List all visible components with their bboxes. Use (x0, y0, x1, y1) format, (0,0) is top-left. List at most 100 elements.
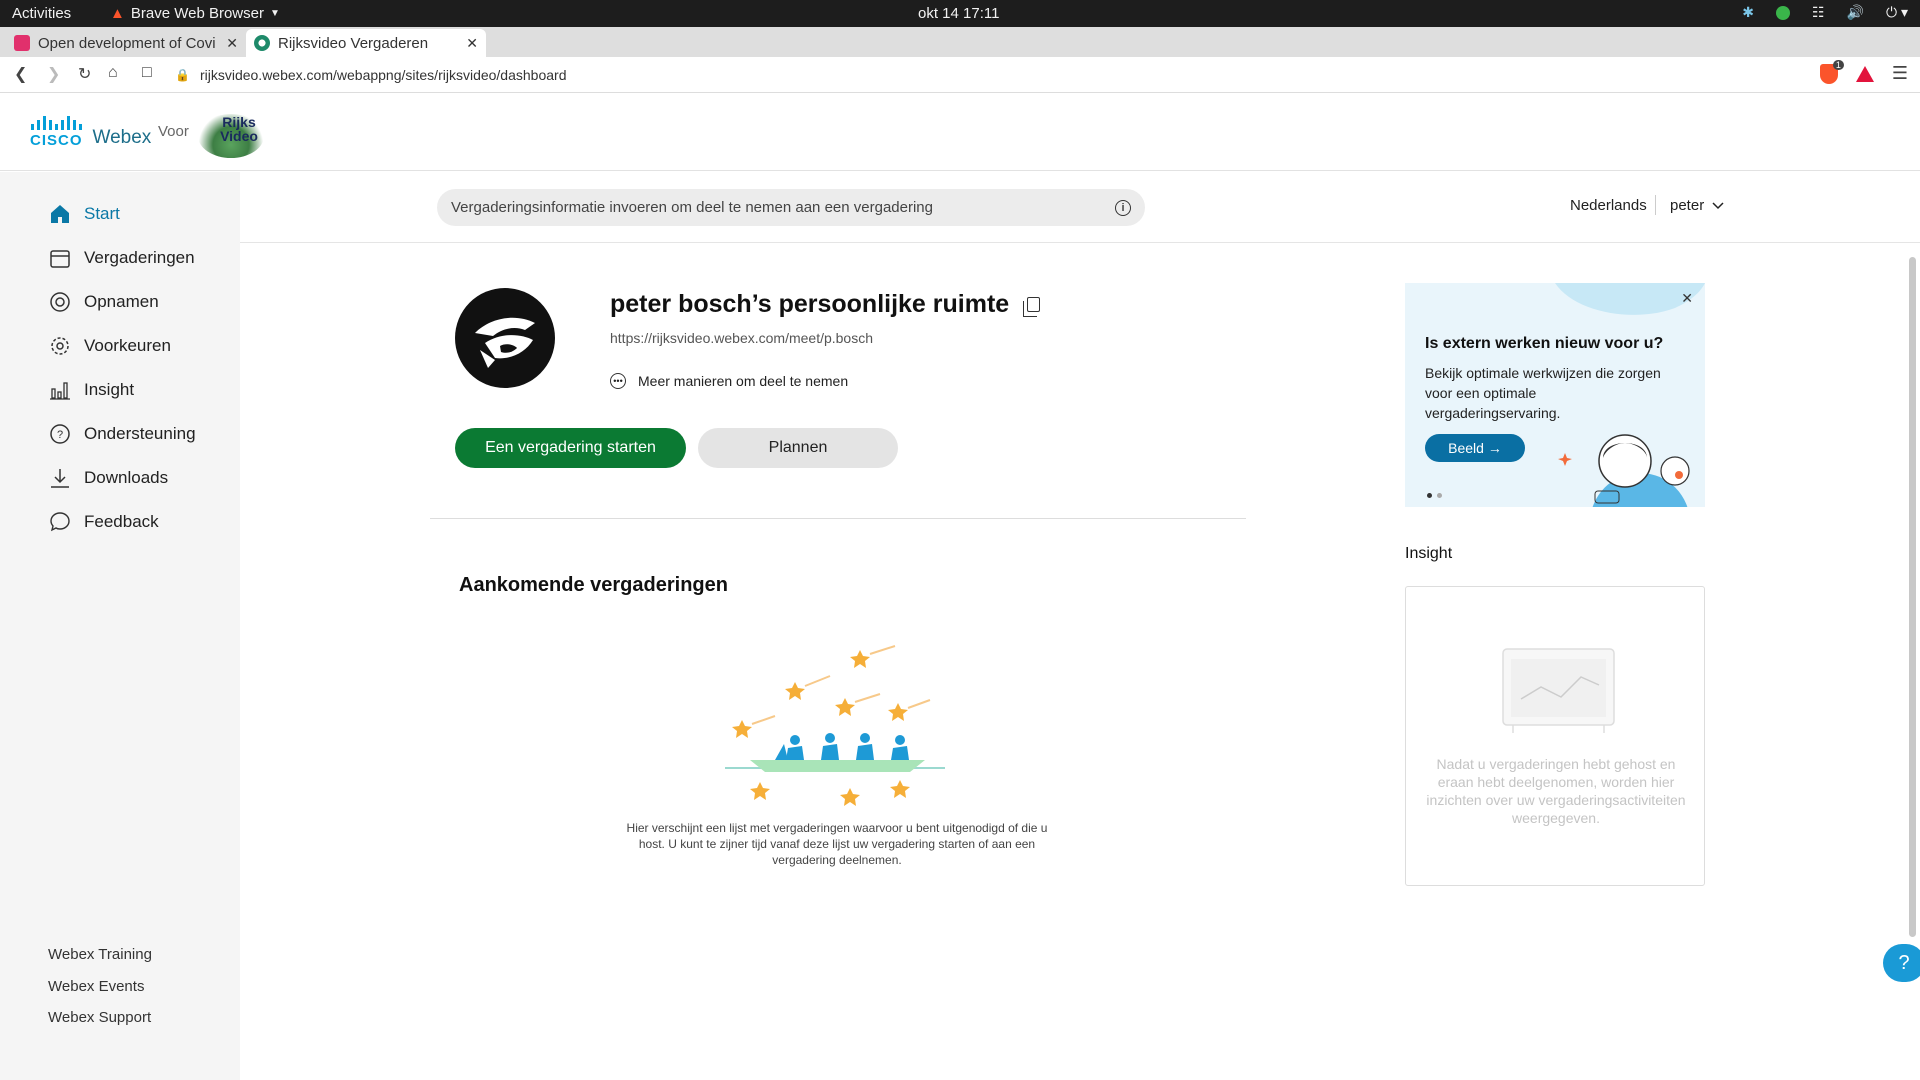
webex-header: CISCO Webex Voor Rijks Video (0, 94, 1920, 171)
chevron-down-icon: ▼ (269, 8, 280, 19)
activities-button[interactable]: Activities (12, 5, 71, 22)
footer-link-webex-support[interactable]: Webex Support (48, 1009, 151, 1026)
voor-label: Voor (158, 123, 189, 140)
more-ways-label: Meer manieren om deel te nemen (638, 373, 849, 389)
power-icon[interactable]: ⏻ ▾ (1886, 4, 1908, 21)
scrollbar-thumb[interactable] (1909, 257, 1916, 937)
menu-icon[interactable]: ☰ (1892, 63, 1908, 84)
footer-link-webex-events[interactable]: Webex Events (48, 978, 144, 995)
sidebar-item-ondersteuning[interactable]: ? Ondersteuning (48, 422, 196, 446)
bar-chart-icon (48, 378, 72, 402)
clock[interactable]: okt 14 17:11 (918, 5, 999, 22)
tab-favicon-icon (14, 35, 30, 51)
browser-toolbar: ❮ ❯ ↻ ⌂ □ 🔒 rijksvideo.webex.com/webappn… (0, 57, 1920, 93)
sidebar-item-label: Opnamen (84, 292, 159, 311)
brave-shields-icon[interactable]: 1 (1819, 59, 1844, 84)
insight-empty-text: Nadat u vergaderingen hebt gehost en era… (1426, 756, 1686, 826)
upcoming-empty-text: Hier verschijnt een lijst met vergaderin… (626, 821, 1048, 867)
join-meeting-placeholder: Vergaderingsinformatie invoeren om deel … (451, 199, 933, 216)
copy-icon[interactable] (1023, 297, 1041, 317)
back-icon[interactable]: ❮ (14, 64, 27, 84)
divider (1655, 195, 1656, 215)
sidebar-item-opnamen[interactable]: Opnamen (48, 290, 159, 314)
forward-icon[interactable]: ❯ (47, 64, 60, 84)
brave-lion-icon: ▲ (110, 5, 125, 22)
bookmark-icon[interactable]: □ (142, 64, 152, 82)
join-meeting-input[interactable]: Vergaderingsinformatie invoeren om deel … (437, 189, 1145, 226)
sidebar-item-label: Feedback (84, 512, 159, 531)
personal-room-title-text: peter bosch’s persoonlijke ruimte (610, 290, 1010, 318)
divider (240, 242, 1920, 243)
shield-count-badge: 1 (1832, 59, 1844, 70)
check-status-icon[interactable] (1776, 5, 1790, 20)
gear-icon (48, 334, 72, 358)
remote-worker-illustration (1555, 413, 1705, 507)
lock-icon[interactable]: 🔒 (175, 68, 190, 82)
slack-icon[interactable]: ✱ (1742, 4, 1754, 21)
sidebar-item-label: Voorkeuren (84, 336, 171, 355)
system-tray[interactable]: ✱ ☷ 🔊 ⏻ ▾ (1742, 4, 1908, 21)
browser-tab-bar: Open development of Covi ✕ Rijksvideo Ve… (0, 27, 1920, 78)
help-circle-icon: ? (48, 422, 72, 446)
start-meeting-button[interactable]: Een vergadering starten (455, 428, 686, 468)
calendar-icon (48, 246, 72, 270)
promo-view-button[interactable]: Beeld → (1425, 434, 1525, 462)
upcoming-meetings-heading: Aankomende vergaderingen (459, 574, 728, 596)
carousel-dots[interactable] (1427, 493, 1442, 498)
insight-chart-icon (1501, 647, 1616, 735)
sidebar-item-label: Vergaderingen (84, 248, 195, 267)
brave-rewards-icon[interactable] (1855, 65, 1874, 82)
sidebar-item-label: Downloads (84, 468, 169, 487)
insight-heading: Insight (1405, 545, 1453, 562)
home-icon (48, 202, 72, 226)
sidebar-item-label: Insight (84, 380, 135, 399)
reload-icon[interactable]: ↻ (78, 64, 91, 84)
more-ways-to-join-link[interactable]: ••• Meer manieren om deel te nemen (610, 373, 848, 389)
cisco-webex-logo[interactable]: CISCO Webex (30, 116, 151, 149)
more-dots-icon: ••• (610, 373, 626, 389)
tab-title: Open development of Covi (38, 34, 216, 52)
language-selector[interactable]: Nederlands (1570, 197, 1647, 214)
webex-wordmark: Webex (92, 127, 152, 148)
app-menu[interactable]: ▲ Brave Web Browser ▼ (110, 5, 280, 22)
rijksvideo-logo-text: Rijks Video (220, 114, 258, 144)
schedule-button[interactable]: Plannen (698, 428, 898, 468)
chevron-down-icon (1712, 202, 1724, 210)
sidebar-item-start[interactable]: Start (48, 202, 120, 226)
url-text[interactable]: rijksvideo.webex.com/webappng/sites/rijk… (200, 67, 567, 83)
tab-title: Rijksvideo Vergaderen (278, 34, 429, 52)
sidebar-item-label: Start (84, 204, 120, 223)
personal-room-title: peter bosch’s persoonlijke ruimte (610, 290, 1041, 319)
sidebar-item-feedback[interactable]: Feedback (48, 510, 159, 534)
insight-card: Nadat u vergaderingen hebt gehost en era… (1405, 586, 1705, 886)
tips-promo-card: ✕ Is extern werken nieuw voor u? Bekijk … (1405, 283, 1705, 507)
address-bar[interactable]: 🔒 rijksvideo.webex.com/webappng/sites/ri… (175, 61, 1815, 89)
user-name: peter (1670, 197, 1705, 214)
footer-link-webex-training[interactable]: Webex Training (48, 946, 152, 963)
personal-room-url[interactable]: https://rijksvideo.webex.com/meet/p.bosc… (610, 330, 873, 346)
chat-icon (48, 510, 72, 534)
close-icon[interactable]: ✕ (466, 35, 478, 52)
sidebar-item-vergaderingen[interactable]: Vergaderingen (48, 246, 195, 270)
sidebar-item-downloads[interactable]: Downloads (48, 466, 168, 490)
sidebar-item-voorkeuren[interactable]: Voorkeuren (48, 334, 171, 358)
close-icon[interactable]: ✕ (226, 35, 238, 52)
download-icon (48, 466, 72, 490)
cisco-wordmark: CISCO (30, 132, 83, 149)
system-top-bar: Activities ▲ Brave Web Browser ▼ okt 14 … (0, 0, 1920, 27)
info-icon[interactable]: i (1115, 199, 1131, 216)
sidebar-item-label: Ondersteuning (84, 424, 196, 443)
help-button[interactable]: ? (1883, 944, 1920, 982)
sidebar-item-insight[interactable]: Insight (48, 378, 134, 402)
rijksvideo-logo: Rijks Video (198, 114, 264, 158)
close-icon[interactable]: ✕ (1681, 290, 1693, 307)
avatar (455, 288, 555, 388)
network-icon[interactable]: ☷ (1812, 4, 1825, 21)
record-icon (48, 290, 72, 314)
volume-icon[interactable]: 🔊 (1847, 4, 1864, 21)
user-menu[interactable]: peter (1670, 197, 1724, 214)
browser-tab-active[interactable]: Rijksvideo Vergaderen ✕ (246, 29, 486, 57)
home-icon[interactable]: ⌂ (108, 64, 118, 82)
toolbar-extensions: 1 ☰ (1819, 59, 1908, 84)
browser-tab[interactable]: Open development of Covi ✕ (6, 29, 246, 57)
